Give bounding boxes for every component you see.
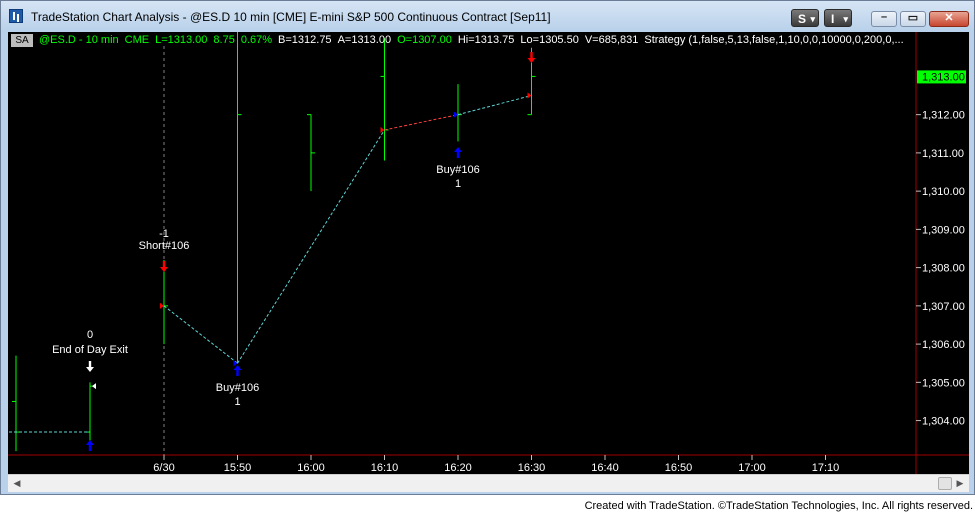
trade-connection-line xyxy=(384,114,459,131)
minimize-button[interactable]: – xyxy=(871,11,897,27)
tradestation-app-icon xyxy=(9,9,23,23)
sell-arrow-icon xyxy=(527,52,536,63)
y-tick-label: 1,308.00 xyxy=(922,263,965,275)
s-button-label: S xyxy=(798,12,807,26)
buy-arrow-icon xyxy=(233,365,242,376)
x-tick-label: 16:50 xyxy=(665,462,693,474)
chart-area[interactable]: 1,304.00 1,305.00 1,306.00 1,307.00 1,308.00… xyxy=(8,32,969,474)
i-button-label: I xyxy=(831,12,835,26)
strategy-label: Strategy (1,false,5,13,false,1,10,0,0,10… xyxy=(644,34,904,46)
x-tick-label: 6/30 xyxy=(153,462,174,474)
scroll-thumb[interactable] xyxy=(938,477,952,490)
exit-marker xyxy=(92,383,96,390)
y-tick-label: 1,304.00 xyxy=(922,416,965,428)
x-tick-label: 17:10 xyxy=(812,462,840,474)
chevron-down-icon: ▾ xyxy=(843,14,848,24)
symbol-label: @ES.D - 10 min xyxy=(39,34,119,46)
x-tick-label: 16:30 xyxy=(518,462,546,474)
trade-label: 0 xyxy=(87,329,93,341)
net-change: 8.75 xyxy=(213,34,235,46)
x-tick-label: 15:50 xyxy=(224,462,252,474)
maximize-button[interactable]: ▭ xyxy=(900,11,926,27)
exit-arrow-icon xyxy=(86,361,94,372)
sa-badge[interactable]: SA xyxy=(11,34,33,47)
short-entry-marker xyxy=(380,126,385,133)
minimize-icon: – xyxy=(880,11,888,23)
x-tick-label: 16:20 xyxy=(444,462,472,474)
x-tick-label: 17:00 xyxy=(738,462,766,474)
open-price: O=1307.00 xyxy=(397,34,452,46)
exchange-label: CME xyxy=(124,34,150,46)
price-chart[interactable]: 1,304.00 1,305.00 1,306.00 1,307.00 1,308.00… xyxy=(8,32,969,474)
trade-label: Buy#106 xyxy=(436,164,479,176)
buy-entry-marker xyxy=(454,111,458,118)
trade-connection-line xyxy=(163,305,238,364)
s-dropdown-button[interactable]: S ▾ xyxy=(791,9,819,27)
window-title: TradeStation Chart Analysis - @ES.D 10 m… xyxy=(31,10,551,24)
y-tick-label: 1,305.00 xyxy=(922,377,965,389)
scroll-right-icon[interactable]: ▶ xyxy=(952,476,968,491)
y-tick-label: 1,309.00 xyxy=(922,224,965,236)
close-button[interactable]: ✕ xyxy=(929,11,969,27)
trade-label: End of Day Exit xyxy=(52,344,128,356)
symbol-status-line: @ES.D - 10 min CME L=1313.00 8.75 0.67% B=131… xyxy=(39,34,910,46)
horizontal-scrollbar[interactable]: ◀ ▶ xyxy=(8,474,969,492)
x-tick-label: 16:40 xyxy=(591,462,619,474)
volume: V=685,831 xyxy=(584,34,639,46)
bid-price: B=1312.75 xyxy=(278,34,332,46)
x-tick-label: 16:10 xyxy=(371,462,399,474)
title-bar[interactable]: TradeStation Chart Analysis - @ES.D 10 m… xyxy=(1,1,974,31)
i-dropdown-button[interactable]: I ▾ xyxy=(824,9,852,27)
y-tick-label: 1,306.00 xyxy=(922,339,965,351)
trade-label: Buy#106 xyxy=(216,382,259,394)
high-price: Hi=1313.75 xyxy=(457,34,515,46)
chevron-down-icon: ▾ xyxy=(810,14,815,24)
ask-price: A=1313.00 xyxy=(337,34,392,46)
y-tick-label: 1,310.00 xyxy=(922,186,965,198)
footer-credit: Created with TradeStation. ©TradeStation… xyxy=(584,500,973,512)
y-tick-label: 1,311.00 xyxy=(922,148,964,160)
trade-label: 1 xyxy=(455,178,461,190)
x-tick-label: 16:00 xyxy=(297,462,325,474)
pct-change: 0.67% xyxy=(240,34,273,46)
short-entry-marker xyxy=(160,302,164,309)
scroll-left-icon[interactable]: ◀ xyxy=(9,476,25,491)
sell-arrow-icon xyxy=(160,261,168,272)
buy-arrow-icon xyxy=(86,440,94,451)
buy-arrow-icon xyxy=(454,147,462,158)
low-price: Lo=1305.50 xyxy=(520,34,579,46)
trade-label: 1 xyxy=(234,396,240,408)
maximize-icon: ▭ xyxy=(907,12,919,24)
trade-label: Short#106 xyxy=(139,240,190,252)
chart-window: TradeStation Chart Analysis - @ES.D 10 m… xyxy=(0,0,975,495)
trade-connection-line xyxy=(457,95,532,116)
trade-label: -1 xyxy=(159,228,169,240)
y-tick-label: 1,307.00 xyxy=(922,301,965,313)
exit-marker xyxy=(527,92,532,99)
y-tick-label: 1,312.00 xyxy=(922,110,965,122)
last-price: L=1313.00 xyxy=(155,34,208,46)
current-price-label: 1,313.00 xyxy=(922,71,965,83)
close-icon: ✕ xyxy=(944,12,954,24)
